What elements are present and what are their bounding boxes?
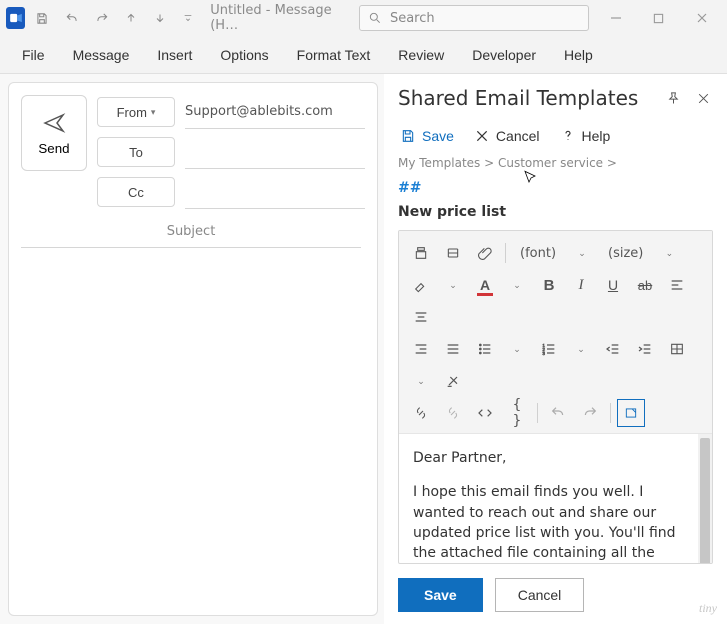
underline-icon[interactable]: U [599,271,627,299]
tab-help[interactable]: Help [550,39,607,71]
send-button[interactable]: Send [21,95,87,171]
ribbon-tabs: File Message Insert Options Format Text … [0,36,727,74]
pin-icon[interactable] [663,88,683,108]
hash-marker: ## [398,180,713,196]
clear-format-icon[interactable] [439,367,467,395]
from-value: Support@ablebits.com [185,104,333,119]
align-left-icon[interactable] [663,271,691,299]
tab-developer[interactable]: Developer [458,39,550,71]
editor-toolbar: (font) ⌄ (size) ⌄ ⌄ A ⌄ B I U ab [399,231,712,434]
font-chevron-icon[interactable]: ⌄ [568,239,596,267]
panel-save-button[interactable]: Save [398,126,456,146]
svg-text:3: 3 [542,351,545,356]
cc-field[interactable] [185,175,365,209]
dataset-icon[interactable] [439,239,467,267]
cancel-secondary-button[interactable]: Cancel [495,578,585,612]
from-field[interactable]: Support@ablebits.com [185,95,365,129]
unlink-icon[interactable] [439,399,467,427]
tab-insert[interactable]: Insert [143,39,206,71]
close-panel-icon[interactable] [693,88,713,108]
strikethrough-icon[interactable]: ab [631,271,659,299]
table-chevron-icon[interactable]: ⌄ [407,367,435,395]
tab-review[interactable]: Review [384,39,458,71]
panel-cancel-button[interactable]: Cancel [472,126,542,146]
minimize-button[interactable] [597,0,636,36]
send-label: Send [38,141,69,156]
panel-title: Shared Email Templates [398,86,638,110]
panel-help-label: Help [582,128,611,144]
redo-qat-button[interactable] [89,5,115,31]
align-justify-icon[interactable] [439,335,467,363]
to-button[interactable]: To [97,137,175,167]
search-box[interactable]: Search [359,5,589,31]
bullet-list-icon[interactable] [471,335,499,363]
html-mode-icon[interactable] [617,399,645,427]
search-placeholder: Search [390,11,435,26]
link-icon[interactable] [407,399,435,427]
rich-text-editor: (font) ⌄ (size) ⌄ ⌄ A ⌄ B I U ab [398,230,713,564]
template-name[interactable]: New price list [398,204,713,220]
panel-help-button[interactable]: Help [558,126,613,146]
bold-icon[interactable]: B [535,271,563,299]
down-qat-button[interactable] [148,5,172,31]
to-field[interactable] [185,135,365,169]
save-primary-button[interactable]: Save [398,578,483,612]
chevron-down-icon: ▾ [151,107,156,118]
insert-macro-icon[interactable] [407,239,435,267]
size-select[interactable]: (size) [600,239,651,267]
table-icon[interactable] [663,335,691,363]
indent-decrease-icon[interactable] [599,335,627,363]
panel-save-label: Save [422,128,454,144]
compose-pane: Send From ▾ Support@ablebits.com To [8,82,378,616]
align-right-icon[interactable] [407,335,435,363]
body-greeting: Dear Partner, [413,448,694,468]
undo-qat-button[interactable] [59,5,85,31]
body-paragraph-1: I hope this email finds you well. I want… [413,482,694,563]
indent-increase-icon[interactable] [631,335,659,363]
highlight-color-icon[interactable] [407,271,435,299]
cc-label: Cc [128,185,144,200]
to-label: To [129,145,143,160]
undo-icon[interactable] [544,399,572,427]
window-title: Untitled - Message (H… [210,3,345,33]
scrollbar-thumb[interactable] [700,438,710,563]
attachment-icon[interactable] [471,239,499,267]
panel-cancel-label: Cancel [496,128,540,144]
font-color-chevron-icon[interactable]: ⌄ [503,271,531,299]
close-button[interactable] [682,0,721,36]
qat-more-button[interactable] [176,5,200,31]
save-qat-button[interactable] [29,5,55,31]
align-center-icon[interactable] [407,303,435,331]
tab-format-text[interactable]: Format Text [283,39,385,71]
window-titlebar: Untitled - Message (H… Search [0,0,727,36]
editor-scrollbar[interactable] [698,434,712,563]
redo-icon[interactable] [576,399,604,427]
number-list-icon[interactable]: 123 [535,335,563,363]
font-color-icon[interactable]: A [471,271,499,299]
templates-panel: Shared Email Templates Save Cancel Help … [384,74,727,624]
tab-options[interactable]: Options [206,39,282,71]
tiny-watermark: tiny [699,601,717,616]
size-chevron-icon[interactable]: ⌄ [655,239,683,267]
tab-message[interactable]: Message [59,39,144,71]
bullet-list-chevron-icon[interactable]: ⌄ [503,335,531,363]
subject-field[interactable]: Subject [21,224,361,248]
from-button[interactable]: From ▾ [97,97,175,127]
editor-body[interactable]: Dear Partner, I hope this email finds yo… [399,434,712,563]
subject-placeholder: Subject [167,224,216,239]
up-qat-button[interactable] [119,5,143,31]
breadcrumb[interactable]: My Templates > Customer service > [398,156,713,170]
font-select[interactable]: (font) [512,239,564,267]
tab-file[interactable]: File [8,39,59,71]
outlook-app-icon [6,7,25,29]
maximize-button[interactable] [640,0,679,36]
highlight-chevron-icon[interactable]: ⌄ [439,271,467,299]
code-icon[interactable] [471,399,499,427]
italic-icon[interactable]: I [567,271,595,299]
number-list-chevron-icon[interactable]: ⌄ [567,335,595,363]
from-label: From [117,105,147,120]
cc-button[interactable]: Cc [97,177,175,207]
braces-icon[interactable]: { } [503,399,531,427]
